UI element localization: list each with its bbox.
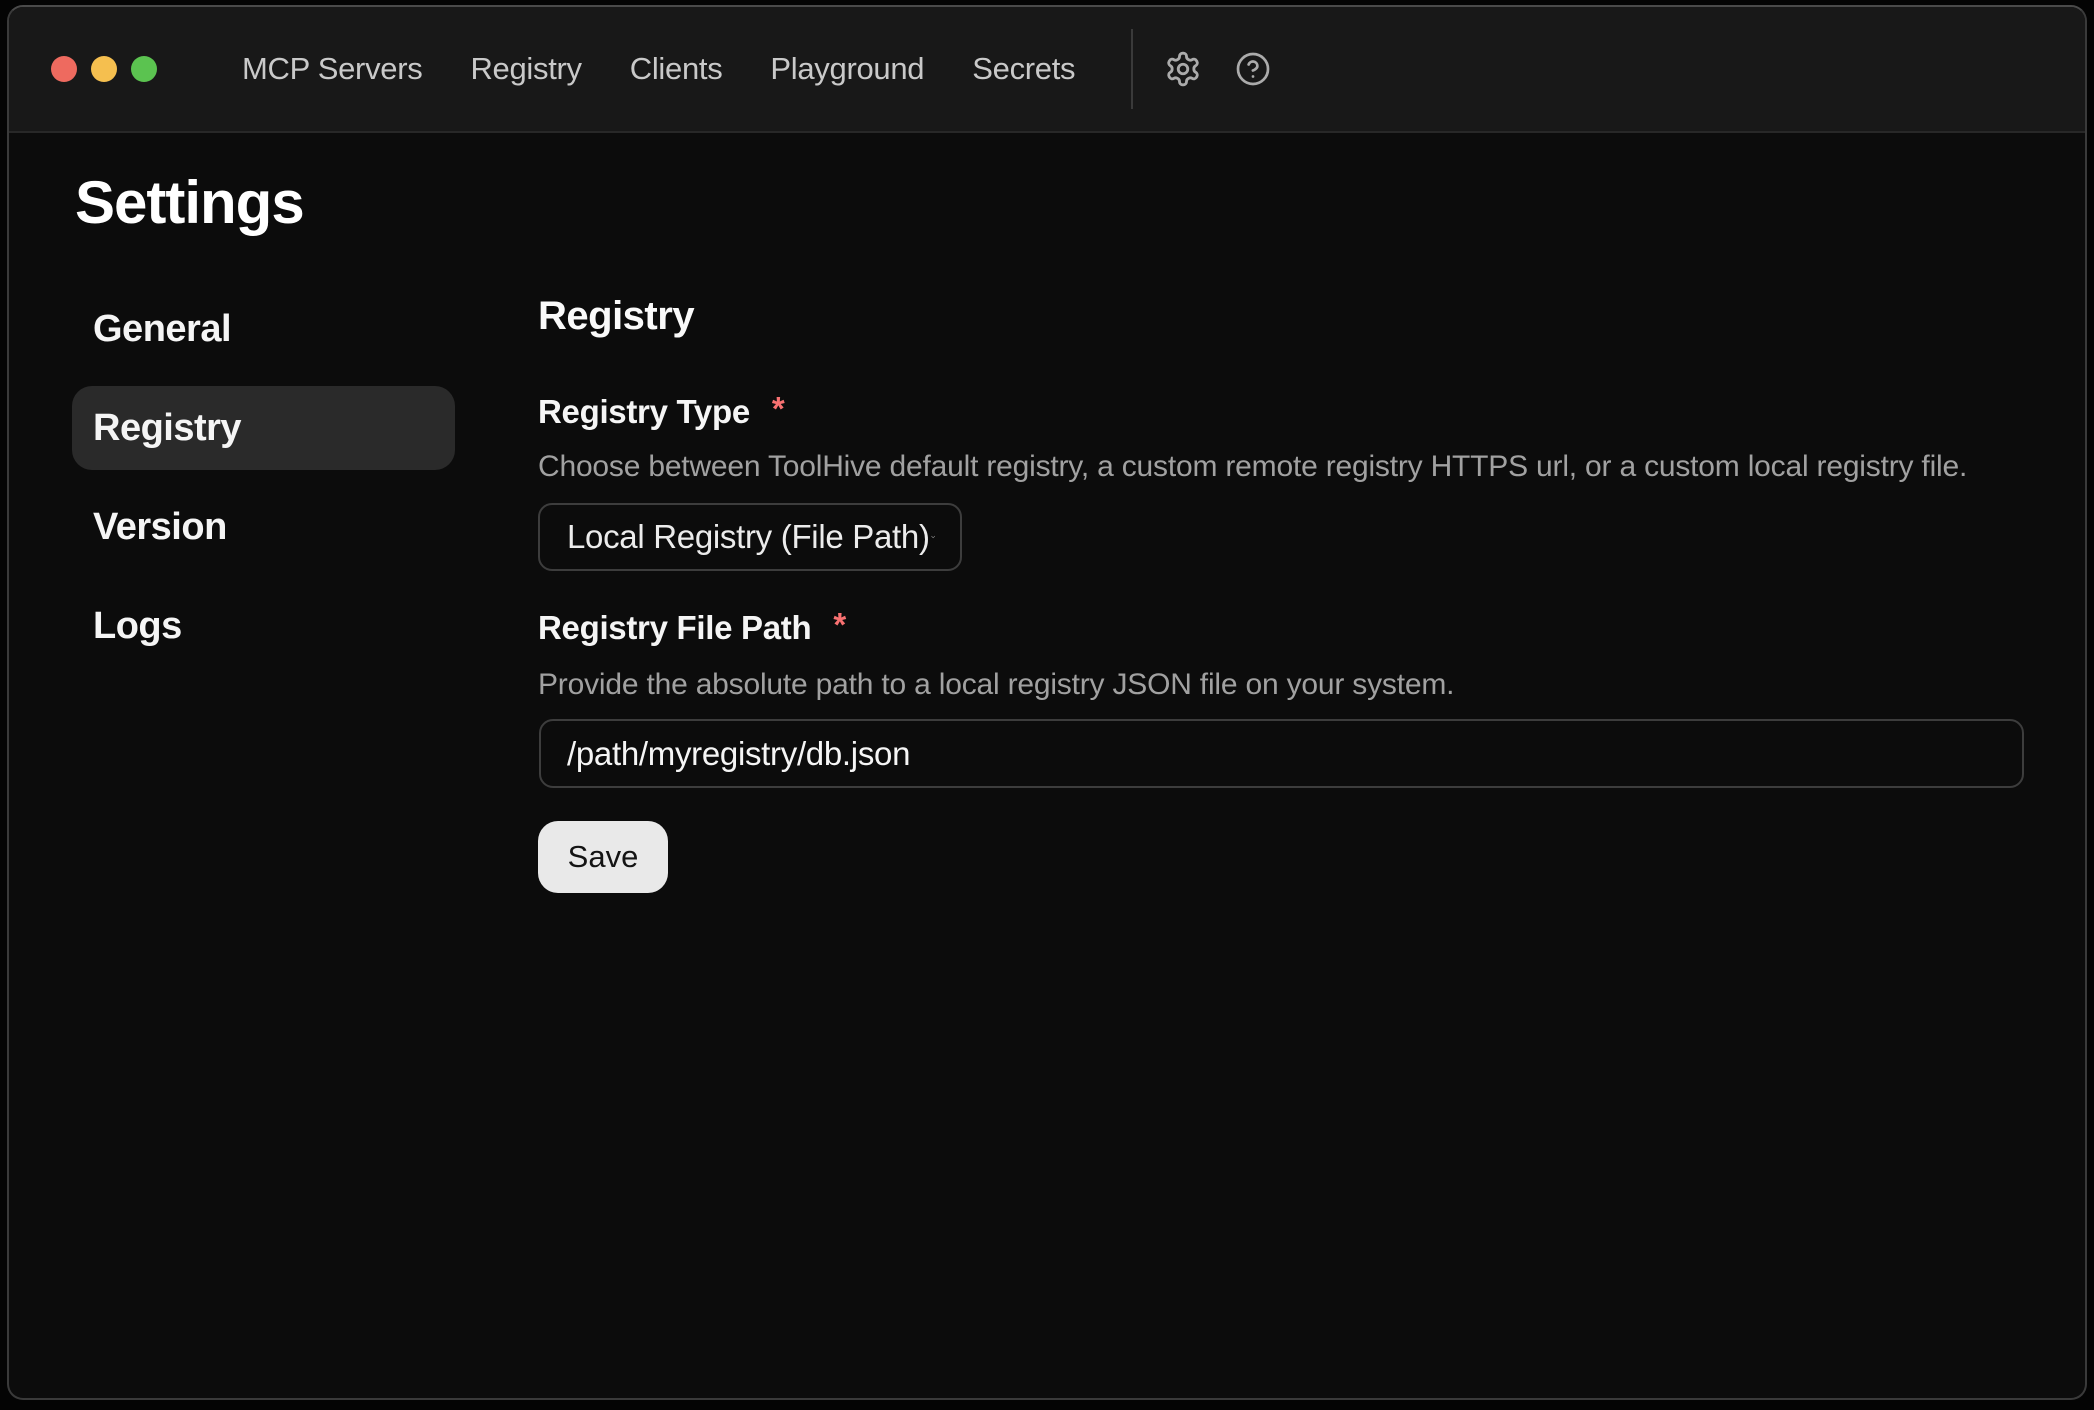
nav-item-clients[interactable]: Clients — [630, 51, 723, 87]
sidebar-item-general[interactable]: General — [72, 287, 455, 371]
sidebar-item-registry[interactable]: Registry — [72, 386, 455, 470]
nav-item-secrets[interactable]: Secrets — [972, 51, 1075, 87]
zoom-button[interactable] — [131, 56, 157, 82]
registry-file-path-description: Provide the absolute path to a local reg… — [538, 665, 1454, 705]
save-button[interactable]: Save — [538, 821, 668, 893]
nav-item-mcp-servers[interactable]: MCP Servers — [242, 51, 422, 87]
close-button[interactable] — [51, 56, 77, 82]
sidebar-item-logs[interactable]: Logs — [72, 584, 455, 668]
help-button[interactable] — [1235, 51, 1271, 87]
registry-type-description: Choose between ToolHive default registry… — [538, 447, 1967, 487]
nav-item-playground[interactable]: Playground — [770, 51, 924, 87]
titlebar-actions — [1075, 29, 1271, 109]
page-title: Settings — [75, 167, 304, 239]
chevron-down-icon — [930, 522, 936, 552]
registry-type-label-text: Registry Type — [538, 392, 750, 432]
section-heading: Registry — [538, 292, 694, 340]
registry-type-label: Registry Type * — [538, 392, 784, 432]
minimize-button[interactable] — [91, 56, 117, 82]
titlebar-divider — [1131, 29, 1133, 109]
main-nav: MCP Servers Registry Clients Playground … — [242, 51, 1075, 87]
app-window: MCP Servers Registry Clients Playground … — [7, 5, 2087, 1400]
help-icon — [1235, 51, 1271, 87]
title-bar: MCP Servers Registry Clients Playground … — [9, 7, 2085, 133]
sidebar-item-version[interactable]: Version — [72, 485, 455, 569]
window-controls — [51, 56, 157, 82]
required-marker: * — [833, 605, 846, 645]
registry-type-select[interactable]: Local Registry (File Path) — [538, 503, 962, 571]
settings-sidebar: General Registry Version Logs — [72, 287, 455, 668]
registry-file-path-input[interactable] — [539, 719, 2024, 788]
settings-page: Settings General Registry Version Logs R… — [9, 133, 2085, 1400]
registry-type-selected-value: Local Registry (File Path) — [567, 518, 930, 556]
registry-file-path-label-text: Registry File Path — [538, 608, 811, 648]
gear-icon — [1164, 50, 1202, 88]
settings-button[interactable] — [1164, 50, 1202, 88]
registry-file-path-label: Registry File Path * — [538, 608, 846, 648]
required-marker: * — [772, 389, 785, 429]
nav-item-registry[interactable]: Registry — [470, 51, 581, 87]
